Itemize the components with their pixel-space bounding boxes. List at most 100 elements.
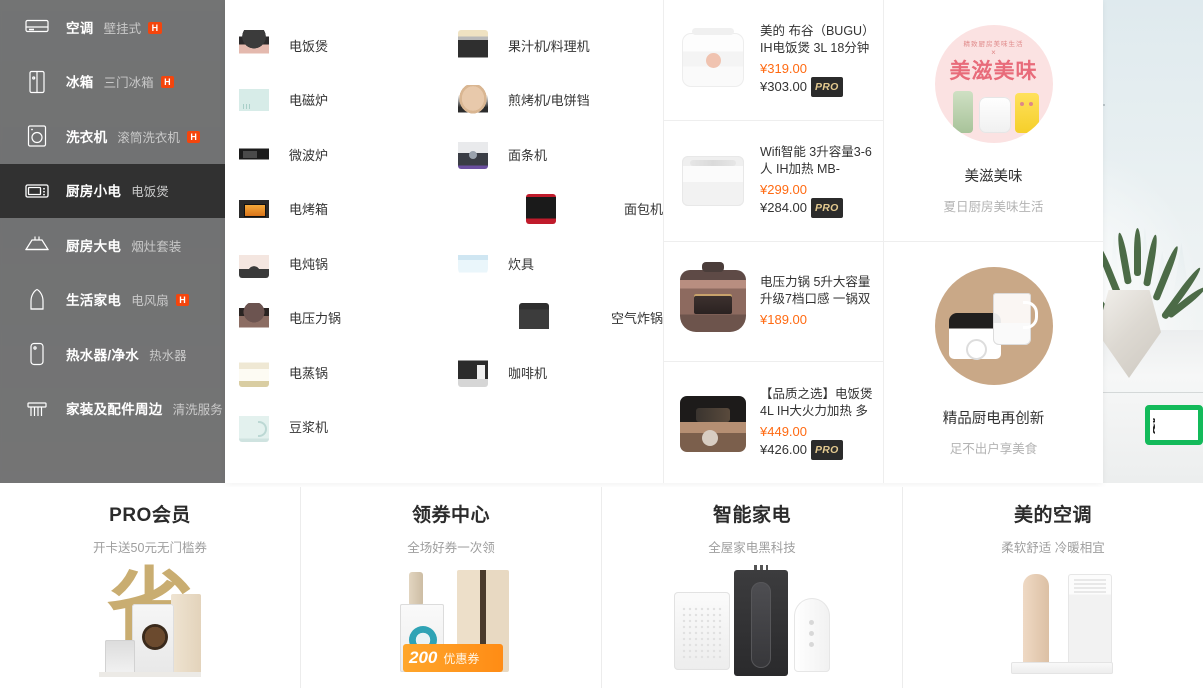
coupon-label: 优惠券 — [443, 651, 480, 666]
product-title: 【品质之选】电饭煲 4L IH大火力加热 多 — [760, 386, 873, 418]
product-image — [670, 17, 756, 103]
sidebar-item-sublabel[interactable]: 清洗服务 — [173, 403, 223, 417]
subcategory-item[interactable]: 咖啡机 — [444, 345, 663, 400]
subcategory-label: 电饭煲 — [289, 38, 329, 54]
sidebar-item-text: 生活家电 电风扇 H — [66, 289, 190, 310]
subcategory-label: 电蒸锅 — [289, 365, 329, 381]
subcategory-label: 电炖锅 — [289, 256, 329, 272]
feature-card-subtitle: 全场好券一次领 — [407, 541, 495, 555]
subcategory-item[interactable]: 空气炸锅 — [444, 291, 663, 346]
pro-badge: PRO — [811, 76, 843, 97]
sidebar-item-sublabel[interactable]: 热水器 — [149, 349, 187, 363]
appliance-art — [171, 594, 201, 674]
subcategory-item[interactable]: 微波炉 — [225, 127, 444, 182]
feature-card-title: 美的空调 — [1013, 505, 1092, 526]
feature-card-title: 领券中心 — [411, 505, 490, 526]
sidebar-item-sublabel[interactable]: 烟灶套装 — [131, 240, 181, 254]
radiator-icon — [24, 396, 50, 422]
promo-subtitle: 夏日厨房美味生活 — [943, 200, 1044, 215]
sidebar-item-7[interactable]: 热水器/净水 热水器 — [0, 327, 225, 382]
promo-product-art — [1014, 93, 1039, 134]
product-card[interactable]: Wifi智能 3升容量3-6人 IH加热 MB- ¥299.00 ¥284.00 PR… — [664, 121, 883, 242]
sidebar-item-2[interactable]: 冰箱 三门冰箱 H — [0, 55, 225, 110]
soy-milk-maker-thumb — [239, 411, 269, 442]
subcategory-item[interactable]: 电炖锅 — [225, 236, 444, 291]
product-card[interactable]: 美的 布谷（BUGU）IH电饭煲 3L 18分钟 ¥319.00 ¥303.00 PR… — [664, 0, 883, 121]
product-image-art — [682, 27, 744, 87]
feature-card-card-midea-ac[interactable]: 美的空调 柔软舒适 冷暖相宜 — [903, 487, 1203, 688]
promo-subtitle: 足不出户享美食 — [949, 442, 1038, 457]
promo-product-art — [992, 293, 1038, 346]
subcategory-label: 微波炉 — [289, 147, 329, 163]
subcategory-label: 电磁炉 — [289, 93, 329, 109]
product-recommendation-list: 美的 布谷（BUGU）IH电饭煲 3L 18分钟 ¥319.00 ¥303.00 PR… — [663, 0, 883, 483]
subcategory-item[interactable]: 电压力锅 — [225, 291, 444, 346]
steamer-thumb — [239, 357, 269, 388]
sidebar-item-label: 空调 — [66, 20, 94, 36]
noodle-maker-thumb — [458, 139, 488, 170]
sidebar-item-label: 厨房大电 — [66, 238, 122, 254]
page-root: 城 空调壁挂式H冰箱三门冰箱H洗衣机滚筒洗衣机H厨房小电电饭煲厨房大电烟灶套装生… — [0, 0, 1203, 688]
subcategory-label: 煎烤机/电饼铛 — [508, 93, 590, 109]
pro-badge: PRO — [811, 197, 843, 218]
hot-badge: H — [148, 21, 162, 34]
product-info: Wifi智能 3升容量3-6人 IH加热 MB- ¥299.00 ¥284.00 PR… — [756, 144, 873, 218]
product-card[interactable]: 电压力锅 5升大容量升级7档口感 一锅双 ¥189.00 — [664, 242, 883, 363]
subcategory-item[interactable]: 电烤箱 — [225, 182, 444, 237]
sidebar-item-label: 热水器/净水 — [66, 347, 140, 363]
sidebar-item-sublabel[interactable]: 滚筒洗衣机 — [117, 131, 180, 145]
sidebar-item-sublabel[interactable]: 三门冰箱 — [104, 76, 154, 90]
promo-image: 精致厨房美味生活 × 美滋美味 — [934, 25, 1053, 144]
washing-machine-icon — [24, 123, 50, 149]
sidebar-item-3[interactable]: 洗衣机 滚筒洗衣机 H — [0, 109, 225, 164]
hero-green-callout[interactable]: 城 — [1145, 405, 1203, 445]
subcategory-item[interactable]: 煎烤机/电饼铛 — [444, 73, 663, 128]
product-price: ¥449.00 — [760, 423, 807, 439]
sidebar-item-sublabel[interactable]: 电饭煲 — [131, 185, 169, 199]
sidebar-item-text: 冰箱 三门冰箱 H — [66, 71, 175, 92]
product-pro-price: ¥303.00 — [760, 78, 807, 94]
microwave-icon — [24, 178, 50, 204]
subcategory-item[interactable]: 果汁机/料理机 — [444, 18, 663, 73]
sidebar-item-8[interactable]: 家装及配件周边 清洗服务 — [0, 382, 225, 437]
promo-image — [934, 267, 1053, 386]
product-price: ¥299.00 — [760, 181, 807, 197]
pro-badge: PRO — [811, 439, 843, 460]
feature-card-art: 200 优惠券 — [301, 556, 601, 688]
air-fryer-thumb — [519, 302, 550, 333]
stew-pot-thumb — [239, 248, 269, 279]
product-title: 美的 布谷（BUGU）IH电饭煲 3L 18分钟 — [760, 23, 870, 55]
sidebar-item-sublabel[interactable]: 壁挂式 — [104, 22, 142, 36]
subcategory-item[interactable]: 面包机 — [444, 182, 663, 237]
subcategory-item[interactable]: 炊具 — [444, 236, 663, 291]
subcategory-item[interactable]: 电饭煲 — [225, 18, 444, 73]
subcategory-label: 电烤箱 — [289, 202, 329, 218]
sidebar-item-1[interactable]: 空调 壁挂式 H — [0, 0, 225, 55]
feature-card-card-smart-home[interactable]: 智能家电 全屋家电黑科技 — [602, 487, 903, 688]
sidebar-item-text: 热水器/净水 热水器 — [66, 344, 187, 365]
feature-card-card-pro-member[interactable]: PRO会员开卡送50元无门槛券省 — [0, 487, 301, 688]
sidebar-item-sublabel[interactable]: 电风扇 — [131, 294, 169, 308]
feature-card-card-coupon-center[interactable]: 领券中心全场好券一次领 200 优惠券 — [301, 487, 602, 688]
promo-card[interactable]: 精致厨房美味生活 × 美滋美味 美滋美味 夏日厨房美味生活 — [884, 0, 1103, 242]
category-sidebar[interactable]: 空调 壁挂式 H 冰箱 三门冰箱 H 洗衣机 滚筒洗衣机 H 厨房小电 电饭煲 厨房大电 烟灶套装 生活家… — [0, 0, 225, 483]
sidebar-item-4[interactable]: 厨房小电 电饭煲 — [0, 163, 225, 218]
feature-card-title: PRO会员 — [109, 505, 191, 526]
product-card[interactable]: 【品质之选】电饭煲 4L IH大火力加热 多 ¥449.00 ¥426.00 PRO — [664, 362, 883, 483]
subcategory-item[interactable]: 面条机 — [444, 127, 663, 182]
sidebar-item-label: 厨房小电 — [66, 184, 122, 200]
subcategory-label: 面条机 — [508, 147, 548, 163]
feature-card-art: 省 — [0, 556, 300, 688]
range-hood-icon — [24, 232, 50, 258]
product-title: 电压力锅 5升大容量升级7档口感 一锅双 — [760, 275, 871, 307]
sidebar-item-6[interactable]: 生活家电 电风扇 H — [0, 273, 225, 328]
product-image-art — [682, 155, 744, 206]
subcategory-item[interactable]: 电蒸锅 — [225, 345, 444, 400]
sidebar-item-5[interactable]: 厨房大电 烟灶套装 — [0, 218, 225, 273]
appliance-art — [105, 640, 135, 674]
hot-badge: H — [175, 294, 190, 307]
subcategory-item[interactable]: 电磁炉 — [225, 73, 444, 128]
subcategory-item[interactable]: 豆浆机 — [225, 400, 444, 455]
category-flyout-panel: 电饭煲 果汁机/料理机 电磁炉 煎烤机/电饼铛 微波炉 面条机 电烤箱 面包机 电炖锅 炊具 电压力… — [225, 0, 1103, 483]
promo-card[interactable]: 精品厨电再创新 足不出户享美食 — [884, 242, 1103, 484]
